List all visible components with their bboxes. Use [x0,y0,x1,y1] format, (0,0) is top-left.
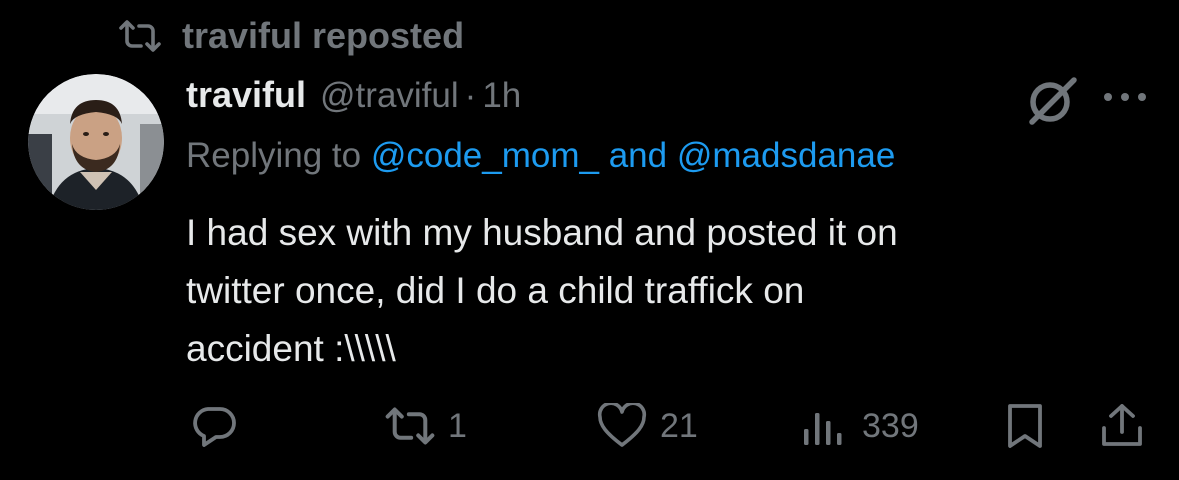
author-display-name[interactable]: traviful [186,74,306,116]
reply-context: Replying to @code_mom_ and @madsdanae [186,136,895,186]
reply-icon [190,403,238,449]
views-button[interactable]: 339 [800,400,919,452]
tweet-header: traviful @traviful · 1h [186,74,521,124]
repost-button[interactable]: 1 [384,400,467,452]
repost-icon [118,19,162,53]
grok-icon[interactable] [1024,72,1080,128]
share-icon [1098,402,1146,450]
reply-mention-link[interactable]: @code_mom_ [371,136,599,175]
bookmark-icon [1004,402,1046,450]
reply-button[interactable] [190,400,238,452]
more-options-icon[interactable] [1100,84,1150,110]
repost-count: 1 [448,406,467,445]
like-count: 21 [660,406,698,445]
reply-mention-link[interactable]: @madsdanae [677,136,895,175]
views-icon [800,403,850,449]
like-button[interactable]: 21 [596,400,698,452]
replying-to-label: Replying to [186,136,362,175]
share-button[interactable] [1098,400,1146,452]
heart-icon [596,403,648,449]
bookmark-button[interactable] [1004,400,1046,452]
reply-conjunction[interactable]: and [609,136,667,175]
avatar[interactable] [28,74,164,210]
repost-label: traviful reposted [182,15,465,56]
separator-dot: · [464,76,477,115]
repost-icon [384,406,436,446]
views-count: 339 [862,406,919,445]
timestamp[interactable]: 1h [482,76,521,116]
repost-header[interactable]: traviful reposted [118,14,464,58]
author-handle[interactable]: @traviful [320,76,459,116]
tweet-text: I had sex with my husband and posted it … [186,212,898,369]
